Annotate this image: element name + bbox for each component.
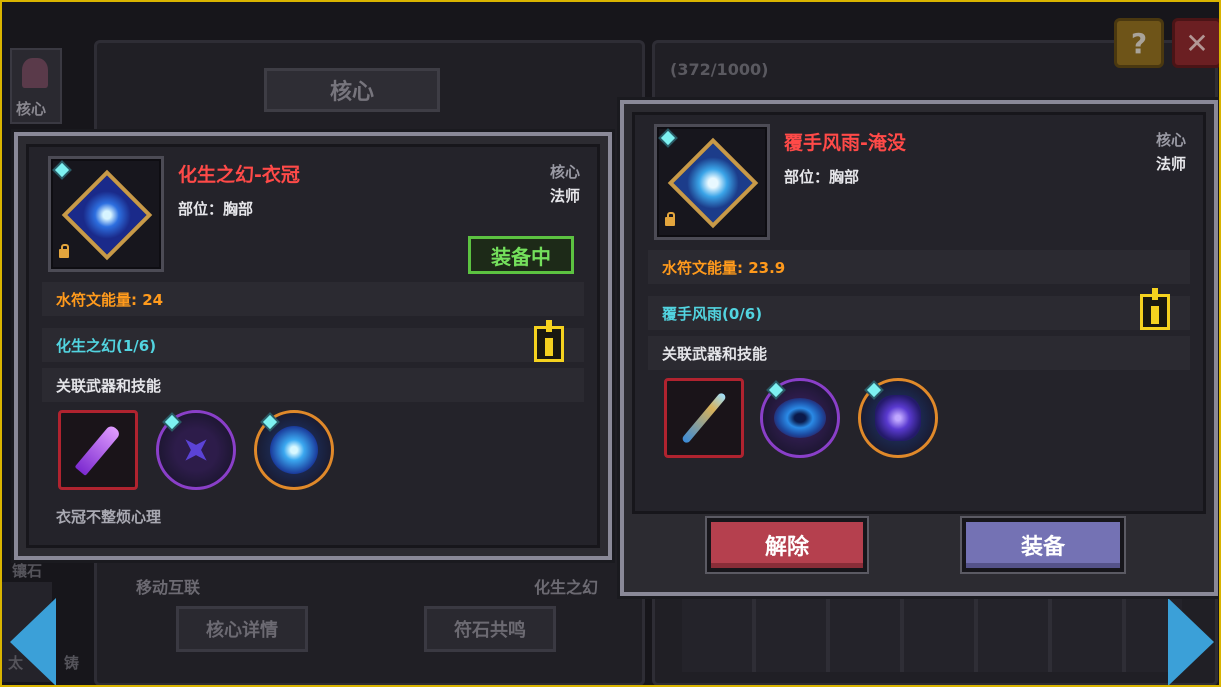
bottom-right-label: 化生之幻	[534, 578, 599, 597]
linked-weapons-row: 关联武器和技能	[42, 368, 584, 402]
core-header-tab[interactable]: 核心	[264, 68, 440, 112]
linked-ice-staff-icon[interactable]	[664, 378, 744, 458]
sword-blade-icon	[74, 424, 122, 476]
item-type: 核心	[549, 163, 580, 181]
rarity-gem-icon	[54, 162, 70, 178]
linked-purple-sword-icon[interactable]	[58, 410, 138, 490]
unequip-button[interactable]: 解除	[707, 518, 867, 572]
compare-item-icon-box	[654, 124, 770, 240]
staff-shape-icon	[681, 391, 727, 445]
game-screen: 核心 核心 (372/1000) 镶石 太 铸 移动互联 化生之幻 核心详情 符…	[0, 0, 1221, 687]
crystal-shape-icon	[875, 395, 921, 441]
sidebar-tab-core[interactable]: 核心	[10, 48, 62, 124]
rarity-gem-icon	[660, 130, 676, 146]
equipped-item-name: 化生之幻-衣冠	[178, 164, 300, 186]
lock-icon	[665, 212, 675, 226]
set-bonus-row: 覆手风雨(0/6)	[648, 296, 1190, 330]
equip-button[interactable]: 装备	[962, 518, 1124, 572]
core-tab-icon	[22, 58, 48, 88]
equipped-item-meta: 核心 法师	[550, 160, 580, 208]
close-button[interactable]: ✕	[1172, 18, 1219, 68]
set-info-icon[interactable]	[534, 320, 564, 362]
sidebar-tab-label: 核心	[16, 100, 47, 118]
equipped-badge: 装备中	[468, 236, 574, 274]
equipped-item-slot: 部位：胸部	[178, 200, 254, 218]
linked-blue-orb-icon[interactable]	[254, 410, 334, 490]
inventory-counter: (372/1000)	[670, 60, 769, 79]
linked-whirlpool-icon[interactable]	[760, 378, 840, 458]
orb-shape-icon	[270, 426, 318, 474]
compare-item-meta: 核心 法师	[1156, 128, 1186, 176]
energy-row: 水符文能量: 23.9	[648, 250, 1190, 284]
equipped-item-icon-box	[48, 156, 164, 272]
core-details-button[interactable]: 核心详情	[176, 606, 308, 652]
energy-row: 水符文能量: 24	[42, 282, 584, 316]
linked-weapons-row: 关联武器和技能	[648, 336, 1190, 370]
rune-resonance-button[interactable]: 符石共鸣	[424, 606, 556, 652]
linked-dark-crystal-icon[interactable]	[858, 378, 938, 458]
set-info-icon[interactable]	[1140, 288, 1170, 330]
side-label-2: 镶石	[12, 562, 43, 580]
whirlpool-shape-icon	[774, 398, 826, 438]
compare-item-slot: 部位：胸部	[784, 168, 860, 186]
bg-grid	[682, 592, 1182, 672]
compare-item-name: 覆手风雨-淹没	[784, 132, 906, 154]
equipped-item-card: 化生之幻-衣冠 部位：胸部 核心 法师 装备中 水符文能量: 24 化生之幻(1…	[14, 132, 612, 560]
tornado-core-icon	[667, 137, 759, 229]
help-button[interactable]: ?	[1114, 18, 1164, 68]
set-bonus-row: 化生之幻(1/6)	[42, 328, 584, 362]
item-class: 法师	[1155, 155, 1186, 173]
lock-icon	[59, 244, 69, 258]
shuriken-shape-icon	[175, 429, 217, 471]
prev-arrow-icon[interactable]	[10, 598, 56, 685]
next-arrow-icon[interactable]	[1168, 598, 1214, 685]
flavor-text: 衣冠不整烦心理	[56, 508, 162, 526]
core-diamond-icon	[61, 169, 153, 261]
item-class: 法师	[549, 187, 580, 205]
item-type: 核心	[1155, 131, 1186, 149]
linked-purple-shuriken-icon[interactable]	[156, 410, 236, 490]
side-label-4: 铸	[64, 654, 80, 672]
bottom-left-label: 移动互联	[136, 578, 201, 597]
